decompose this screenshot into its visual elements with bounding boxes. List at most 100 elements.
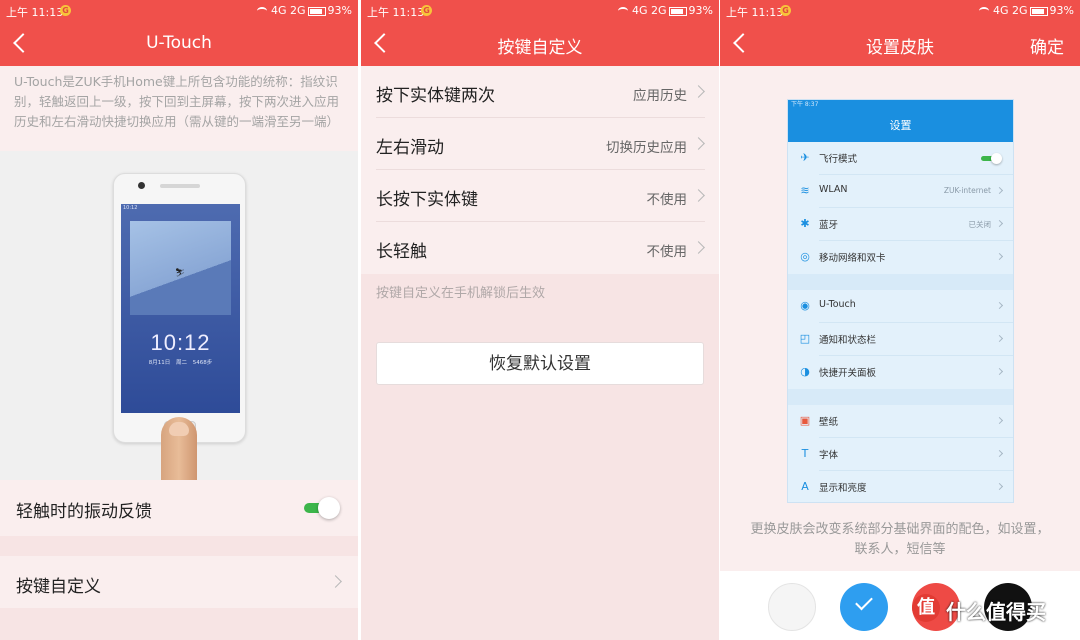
phone-illustration: 10:12 ⛷ 10:12 8月11日 周二 5468步 [0,151,358,480]
page-title: 设置皮肤 [866,38,934,58]
mobile-network-icon: ◎ [800,250,810,263]
preview-row-label: 通知和状态栏 [819,335,877,346]
watermark-logo: 值 [912,594,940,622]
preview-status-time: 下午 8:37 [788,100,1013,110]
utouch-description: U-Touch是ZUK手机Home键上所包含功能的统称：指纹识别，轻触返回上一级… [14,74,340,129]
chevron-right-icon [692,85,705,98]
preview-row-label: 显示和亮度 [819,483,867,494]
menu-item-double-press[interactable]: 按下实体键两次 应用历史 [361,66,719,118]
wifi-icon [257,7,267,15]
chevron-right-icon [995,186,1004,195]
key-custom-label: 按键自定义 [16,577,101,597]
skier-figure: ⛷ [175,268,186,277]
status-bar: 上午 11:13 G 4G 2G 93% [0,0,358,22]
status-bar: 上午 11:13 G 4G 2G 93% [361,0,719,22]
status-bar: 上午 11:13 G 4G 2G 93% [720,0,1080,22]
preview-row-value: 已关闭 [968,220,992,229]
preview-row: ✈ 飞行模式 [788,142,1013,175]
skin-preview: 下午 8:37 设置 ✈ 飞行模式 ≋ WLAN ZUK-internet ✱ … [787,99,1014,503]
status-right: 4G 2G 93% [618,4,713,17]
display-brightness-icon: A [801,480,809,493]
wifi-icon: ≋ [800,184,810,197]
speaker-grille [160,184,200,188]
preview-title: 设置 [788,110,1013,142]
battery-label: 93% [327,4,352,17]
preview-row-label: 壁纸 [819,417,839,428]
menu-item-value: 不使用 [646,192,688,208]
confirm-button[interactable]: 确定 [1030,33,1064,58]
status-right: 4G 2G 93% [257,4,352,17]
menu-item-value: 应用历史 [633,88,687,104]
chevron-right-icon [692,137,705,150]
menu-item-long-press[interactable]: 长按下实体键 不使用 [361,170,719,222]
swatch-white[interactable] [768,583,816,631]
chevron-right-icon [995,449,1004,458]
battery-icon [307,6,326,16]
status-time: 上午 11:13 [726,6,784,19]
page-title: 按键自定义 [497,38,583,58]
menu-item-label: 长按下实体键 [376,190,478,210]
preview-row: ✱ 蓝牙 已关闭 [788,208,1013,241]
utouch-panel: 上午 11:13 G 4G 2G 93% U-Touch U-Touch是ZUK手… [0,0,358,640]
network-label: 4G 2G [993,4,1028,17]
unlock-note: 按键自定义在手机解锁后生效 [376,286,546,301]
check-icon [855,592,873,611]
preview-row-label: 飞行模式 [819,154,858,165]
preview-row: ◉ U-Touch [788,290,1013,323]
preview-row-label: 移动网络和双卡 [819,253,886,264]
airplane-icon: ✈ [800,151,810,164]
notification-icon: G [421,5,432,16]
chevron-right-icon [692,189,705,202]
phone-clock: 10:12 [150,330,211,355]
preview-row-label: 快捷开关面板 [819,368,877,379]
phone-image: 10:12 ⛷ 10:12 8月11日 周二 5468步 [113,173,246,443]
menu-item-label: 左右滑动 [376,138,444,158]
chevron-right-icon [692,241,705,254]
battery-label: 93% [1049,4,1074,17]
status-time: 上午 11:13 [6,6,64,19]
swatch-blue[interactable] [840,583,888,631]
preview-row: ≋ WLAN ZUK-internet [788,175,1013,208]
phone-date: 8月11日 周二 5468步 [148,360,213,366]
wallpaper-icon: ▣ [799,414,811,427]
battery-icon [1029,6,1048,16]
menu-item-swipe[interactable]: 左右滑动 切换历史应用 [361,118,719,170]
chevron-right-icon [329,575,342,588]
key-custom-panel: 上午 11:13 G 4G 2G 93% 按键自定义 按下实体键两次 应用历史 左… [361,0,719,640]
section-gap [0,536,358,556]
wifi-icon [979,7,989,15]
preview-row: A 显示和亮度 [788,471,1013,504]
chevron-right-icon [995,252,1004,261]
menu-item-label: 长轻触 [376,242,427,262]
vibration-toggle[interactable] [304,497,340,519]
preview-row-label: WLAN [819,184,848,195]
chevron-right-icon [995,301,1004,310]
restore-defaults-button[interactable]: 恢复默认设置 [376,342,704,385]
finger-illustration [161,417,197,480]
phone-screen: 10:12 ⛷ 10:12 8月11日 周二 5468步 [121,204,240,413]
toggle-knob [991,153,1002,164]
vibration-feedback-label: 轻触时的振动反馈 [16,502,152,522]
title-bar: 按键自定义 [361,22,719,66]
wifi-icon [618,7,628,15]
title-bar: 设置皮肤 确定 [720,22,1080,66]
quick-toggle-icon: ◑ [800,365,810,378]
status-time: 上午 11:13 [367,6,425,19]
fingernail [169,422,189,436]
phone-status-time: 10:12 [123,205,138,211]
network-label: 4G 2G [271,4,306,17]
watermark: 值 什么值得买 [912,594,1072,634]
preview-row: T 字体 [788,438,1013,471]
preview-section-gap [788,274,1013,290]
preview-toggle [981,153,1003,164]
vibration-feedback-row[interactable]: 轻触时的振动反馈 [0,480,358,536]
preview-row: ◰ 通知和状态栏 [788,323,1013,356]
title-bar: U-Touch [0,22,358,66]
key-custom-row[interactable]: 按键自定义 [0,556,358,608]
font-icon: T [801,447,809,460]
battery-label: 93% [688,4,713,17]
menu-item-long-touch[interactable]: 长轻触 不使用 [361,222,719,274]
lower-area [361,274,719,640]
toggle-knob [318,497,340,519]
preview-row: ▣ 壁纸 [788,405,1013,438]
